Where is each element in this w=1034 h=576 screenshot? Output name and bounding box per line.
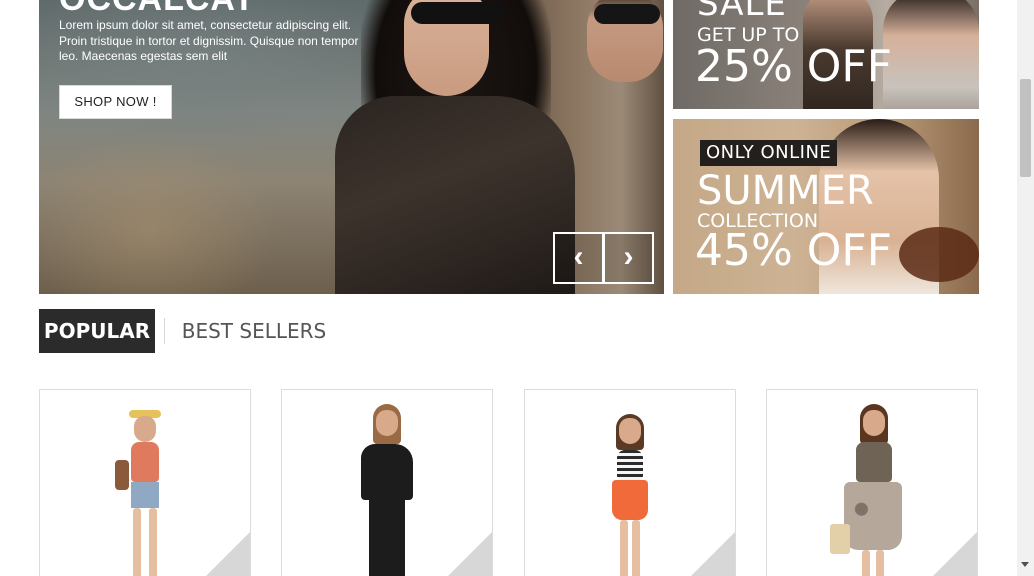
product-model-leg xyxy=(632,520,640,576)
slider-male-sunglasses xyxy=(594,4,660,24)
product-card[interactable] xyxy=(281,389,493,576)
slider-next-button[interactable]: › xyxy=(603,232,654,284)
chevron-right-icon: › xyxy=(623,240,634,273)
slider-description: Lorem ipsum dolor sit amet, consectetur … xyxy=(59,18,359,63)
product-top xyxy=(856,442,892,482)
tab-divider xyxy=(164,318,165,344)
sale-banner-headline: SALE xyxy=(697,0,787,24)
quick-view-corner xyxy=(678,531,735,576)
product-card[interactable] xyxy=(39,389,251,576)
product-model-head xyxy=(134,416,156,442)
product-card[interactable] xyxy=(524,389,736,576)
sale-banner-model-2 xyxy=(883,0,979,109)
product-top xyxy=(617,450,643,480)
slider-prev-button[interactable]: ‹ xyxy=(553,232,604,284)
product-pants xyxy=(369,500,405,576)
product-top xyxy=(131,442,159,482)
quick-view-corner xyxy=(920,531,977,576)
product-clutch xyxy=(830,524,850,554)
quick-view-corner xyxy=(193,531,250,576)
sale-banner[interactable]: SALE GET UP TO 25% OFF xyxy=(673,0,979,109)
slider-title: OCCALCAT xyxy=(59,0,255,16)
summer-banner-headline: SUMMER xyxy=(697,168,874,214)
product-model-head xyxy=(619,418,641,444)
product-model-head xyxy=(863,410,885,436)
product-model-leg xyxy=(620,520,628,576)
product-skirt xyxy=(612,480,648,520)
summer-banner-sunglasses xyxy=(899,227,979,282)
tab-popular[interactable]: POPULAR xyxy=(39,309,155,353)
slider-female-sunglasses xyxy=(411,2,503,24)
product-model-leg xyxy=(862,550,870,576)
product-model-head xyxy=(376,410,398,436)
chevron-left-icon: ‹ xyxy=(573,240,584,273)
product-image xyxy=(115,410,175,576)
product-model-leg xyxy=(149,508,157,576)
summer-banner-discount: 45% OFF xyxy=(695,225,893,276)
product-bag xyxy=(115,460,129,490)
product-top xyxy=(361,444,413,500)
product-image xyxy=(600,414,660,576)
only-online-badge: ONLY ONLINE xyxy=(700,140,838,166)
product-card[interactable] xyxy=(766,389,978,576)
summer-collection-banner[interactable]: ONLY ONLINE SUMMER COLLECTION 45% OFF xyxy=(673,119,979,294)
tab-best-sellers[interactable]: BEST SELLERS xyxy=(175,309,333,353)
sale-banner-discount: 25% OFF xyxy=(695,41,893,92)
slider-female-model-jacket xyxy=(335,96,575,294)
product-shorts xyxy=(131,482,159,508)
quick-view-corner xyxy=(435,531,492,576)
product-model-leg xyxy=(133,508,141,576)
product-model-leg xyxy=(876,550,884,576)
scroll-down-arrow-icon[interactable] xyxy=(1021,562,1029,567)
scrollbar-thumb[interactable] xyxy=(1020,79,1031,177)
product-dress xyxy=(844,482,902,550)
page-scrollbar[interactable] xyxy=(1017,0,1034,576)
product-image xyxy=(830,404,914,576)
product-image xyxy=(347,404,427,576)
shop-now-button[interactable]: SHOP NOW ! xyxy=(59,85,172,119)
